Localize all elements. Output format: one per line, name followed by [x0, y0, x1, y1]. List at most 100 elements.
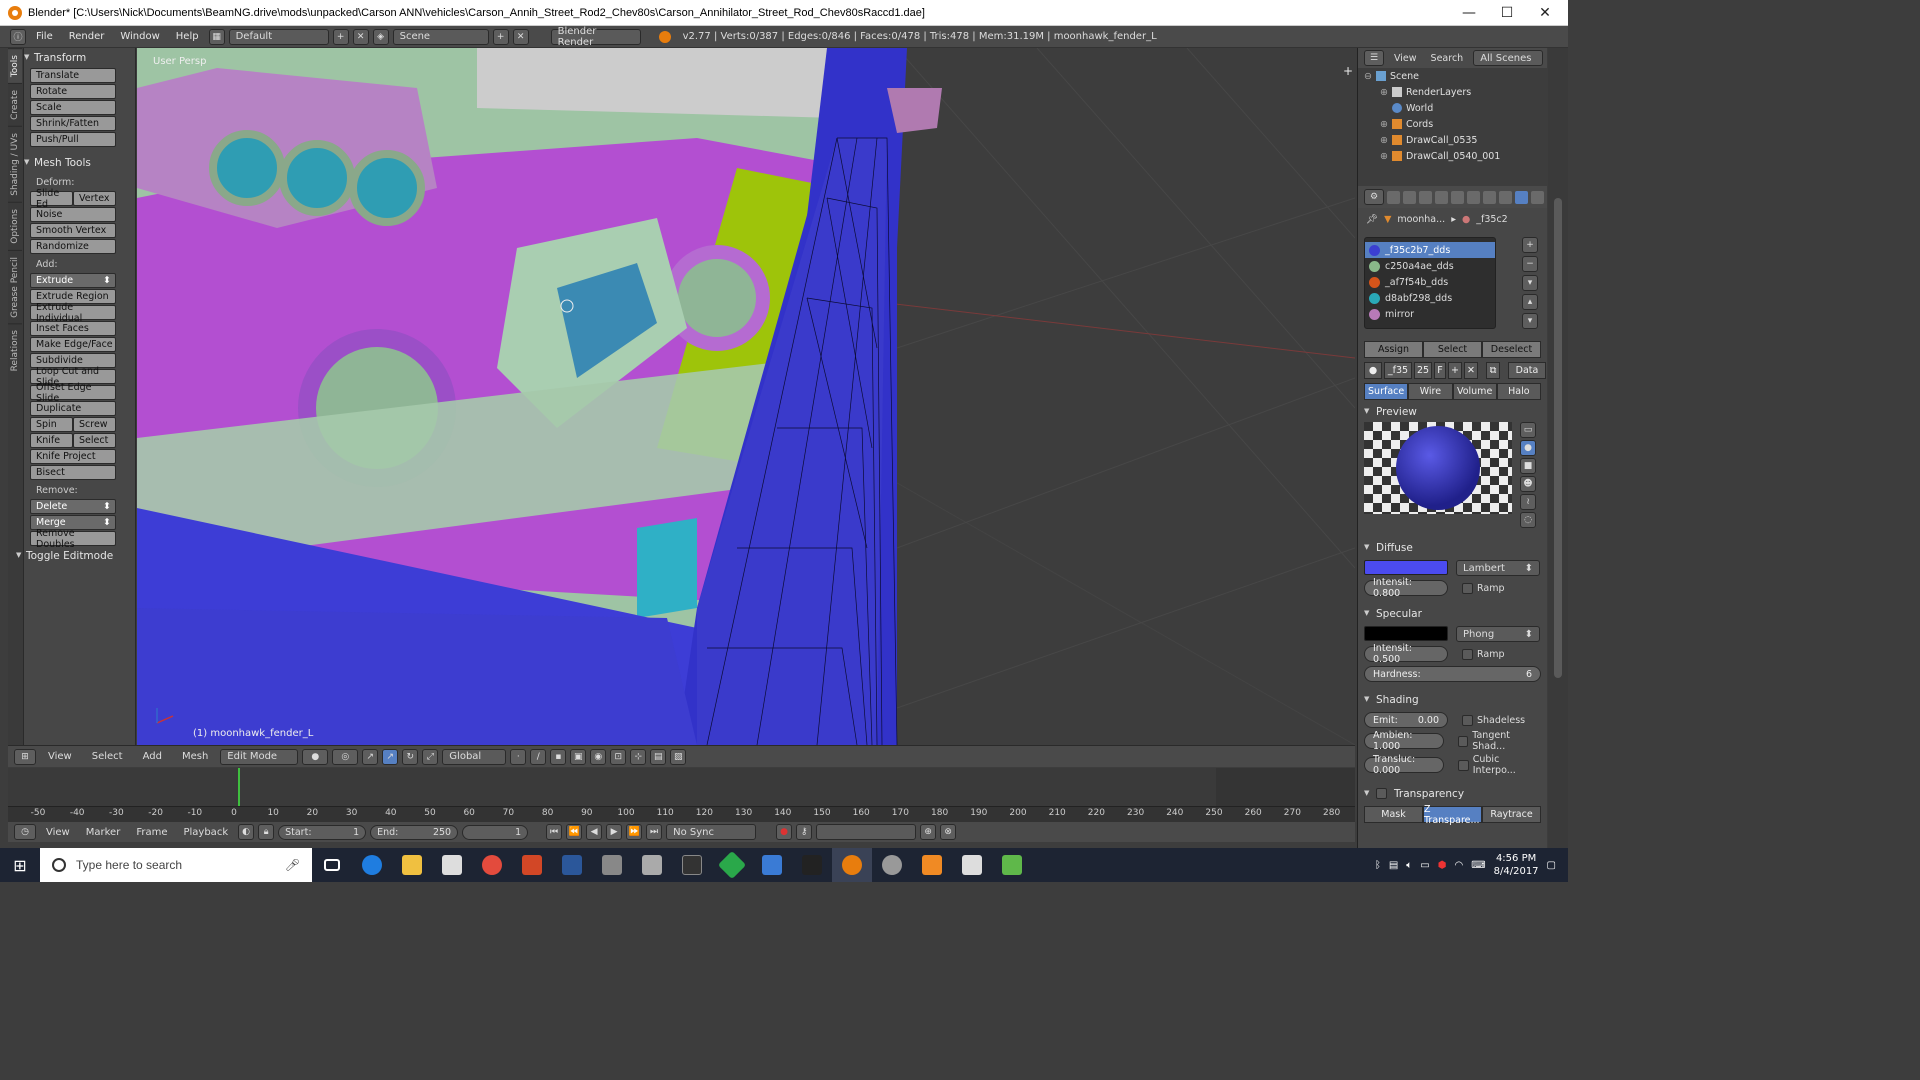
- editor-type-icon[interactable]: ⓘ: [10, 28, 26, 45]
- play-icon[interactable]: ▶: [606, 824, 623, 840]
- material-slot-list[interactable]: _f35c2b7_dds c250a4ae_dds _af7f54b_dds d8ab…: [1364, 237, 1496, 329]
- material-slot-item[interactable]: _f35c2b7_dds: [1365, 242, 1495, 258]
- properties-scrollbar[interactable]: [1548, 48, 1568, 848]
- extrude-individual-button[interactable]: Extrude Individual: [30, 302, 116, 324]
- jump-keyframe-forward-icon[interactable]: ⏩: [626, 824, 643, 840]
- outliner-item[interactable]: ⊕ DrawCall_0535: [1358, 132, 1547, 148]
- fake-user-button[interactable]: F: [1434, 362, 1446, 379]
- app-icon[interactable]: [872, 848, 912, 882]
- specular-color-swatch[interactable]: [1364, 626, 1448, 641]
- notifications-icon[interactable]: ▢: [1547, 860, 1556, 871]
- diffuse-color-swatch[interactable]: [1364, 560, 1448, 575]
- shadeless-checkbox[interactable]: Shadeless: [1462, 714, 1525, 726]
- pivot-icon[interactable]: ◎: [332, 748, 359, 765]
- snap-icon[interactable]: ⊡: [610, 748, 627, 765]
- remove-slot-icon[interactable]: −: [1522, 256, 1538, 272]
- tl-menu-playback[interactable]: Playback: [177, 827, 234, 838]
- current-frame-marker[interactable]: [238, 768, 240, 806]
- noise-button[interactable]: Noise: [30, 207, 116, 222]
- ambient-field[interactable]: Ambien: 1.000: [1364, 730, 1444, 752]
- preview-sky-icon[interactable]: ◌: [1520, 512, 1536, 528]
- rotate-button[interactable]: Rotate: [30, 84, 116, 99]
- menu-window[interactable]: Window: [114, 31, 165, 42]
- translate-manipulator-icon[interactable]: ↗: [382, 748, 399, 765]
- volume-tab[interactable]: Volume: [1452, 383, 1497, 400]
- app-icon[interactable]: [632, 848, 672, 882]
- halo-tab[interactable]: Halo: [1496, 383, 1541, 400]
- tab-tools[interactable]: Tools: [8, 48, 22, 84]
- transparency-checkbox[interactable]: [1376, 788, 1387, 799]
- object-tab-icon[interactable]: [1451, 190, 1464, 204]
- extrude-dropdown[interactable]: Extrude ⬍: [30, 273, 116, 288]
- shrink-fatten-button[interactable]: Shrink/Fatten: [30, 116, 116, 131]
- end-frame-field[interactable]: End: 250: [370, 824, 459, 840]
- preview-hair-icon[interactable]: ≀: [1520, 494, 1536, 510]
- tab-relations[interactable]: Relations: [8, 323, 22, 378]
- scene-select[interactable]: Scene: [392, 28, 489, 45]
- start-frame-field[interactable]: Start: 1: [278, 824, 367, 840]
- emit-field[interactable]: Emit: 0.00: [1364, 712, 1448, 728]
- app-icon[interactable]: [712, 848, 752, 882]
- offset-edge-slide-button[interactable]: Offset Edge Slide: [30, 382, 116, 404]
- rotate-manipulator-icon[interactable]: ↻: [402, 748, 419, 765]
- keying-set-select[interactable]: [816, 824, 917, 840]
- microphone-icon[interactable]: 🎤︎: [285, 858, 300, 872]
- close-button[interactable]: ✕: [1526, 0, 1564, 26]
- lock-icon[interactable]: 🔒︎: [258, 824, 275, 840]
- editor-type-icon[interactable]: ☰: [1364, 50, 1384, 66]
- store-icon[interactable]: [432, 848, 472, 882]
- app-icon[interactable]: [672, 848, 712, 882]
- chrome-icon[interactable]: [472, 848, 512, 882]
- play-reverse-icon[interactable]: ◀: [586, 824, 603, 840]
- material-slot-item[interactable]: _af7f54b_dds: [1365, 274, 1495, 290]
- clock[interactable]: 4:56 PM 8/4/2017: [1494, 852, 1539, 878]
- outliner-item[interactable]: ⊕ RenderLayers: [1358, 84, 1547, 100]
- layout-select[interactable]: Default: [228, 28, 329, 45]
- blender-taskbar-icon[interactable]: [832, 848, 872, 882]
- scale-manipulator-icon[interactable]: ⤢: [422, 748, 439, 765]
- diffuse-shader-select[interactable]: Lambert ⬍: [1456, 560, 1540, 576]
- menu-select[interactable]: Select: [84, 751, 131, 762]
- menu-help[interactable]: Help: [170, 31, 205, 42]
- preview-flat-icon[interactable]: ▭: [1520, 422, 1536, 438]
- tl-menu-marker[interactable]: Marker: [80, 827, 127, 838]
- hardness-field[interactable]: Hardness: 6: [1364, 666, 1541, 682]
- occlude-icon[interactable]: ▣: [570, 748, 587, 765]
- delete-dropdown[interactable]: Delete ⬍: [30, 499, 116, 514]
- remove-scene-icon[interactable]: ✕: [512, 28, 529, 45]
- face-select-icon[interactable]: ▪: [550, 748, 567, 765]
- sync-select[interactable]: No Sync: [666, 824, 757, 840]
- make-edge-face-button[interactable]: Make Edge/Face: [30, 337, 116, 352]
- material-users-count[interactable]: 25: [1414, 362, 1432, 379]
- panel-preview[interactable]: Preview: [1358, 400, 1547, 422]
- specular-intensity-field[interactable]: Intensit: 0.500: [1364, 643, 1448, 665]
- mode-select[interactable]: Edit Mode: [220, 748, 299, 765]
- new-material-icon[interactable]: +: [1448, 362, 1462, 379]
- surface-tab[interactable]: Surface: [1364, 383, 1409, 400]
- material-slot-item[interactable]: d8abf298_dds: [1365, 290, 1495, 306]
- powerpoint-icon[interactable]: [512, 848, 552, 882]
- material-name-field[interactable]: _f35: [1384, 362, 1412, 379]
- move-up-icon[interactable]: ▴: [1522, 294, 1538, 310]
- render-layers-tab-icon[interactable]: [1403, 190, 1416, 204]
- menu-file[interactable]: File: [30, 31, 59, 42]
- preview-sphere-icon[interactable]: ●: [1520, 440, 1536, 456]
- texture-tab-icon[interactable]: [1531, 190, 1544, 204]
- world-tab-icon[interactable]: [1435, 190, 1448, 204]
- scene-icon[interactable]: ◈: [372, 28, 389, 45]
- menu-view[interactable]: View: [40, 751, 80, 762]
- wifi-icon[interactable]: ◠: [1454, 860, 1463, 871]
- outliner-search-menu[interactable]: Search: [1427, 53, 1468, 64]
- keying-set-icon[interactable]: ⚷: [796, 824, 813, 840]
- render-view-icon[interactable]: ▤: [650, 748, 667, 765]
- knife-project-button[interactable]: Knife Project: [30, 449, 116, 464]
- edge-icon[interactable]: [352, 848, 392, 882]
- taskbar-search[interactable]: Type here to search 🎤︎: [40, 848, 312, 882]
- assign-button[interactable]: Assign: [1364, 341, 1423, 358]
- randomize-button[interactable]: Randomize: [30, 239, 116, 254]
- file-explorer-icon[interactable]: [392, 848, 432, 882]
- panel-specular[interactable]: Specular: [1358, 602, 1547, 624]
- task-view-icon[interactable]: [312, 848, 352, 882]
- material-tab-icon[interactable]: [1515, 190, 1528, 204]
- select-button[interactable]: Select: [1423, 341, 1482, 358]
